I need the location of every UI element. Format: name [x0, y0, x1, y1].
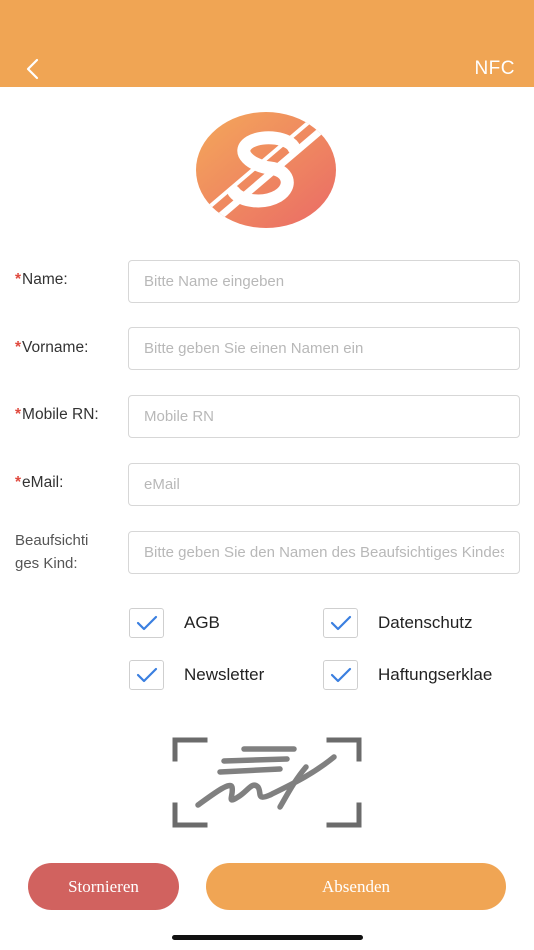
- name-label: *Name:: [15, 271, 68, 288]
- signature-icon: [172, 737, 362, 828]
- app-header: NFC: [0, 0, 534, 87]
- chevron-left-icon: [26, 58, 39, 80]
- checkmark-icon: [330, 667, 351, 683]
- vorname-label: *Vorname:: [15, 339, 89, 356]
- checkmark-icon: [330, 615, 351, 631]
- mobile-label: *Mobile RN:: [15, 406, 99, 423]
- vorname-field[interactable]: [128, 327, 520, 370]
- agb-checkbox[interactable]: AGB: [129, 608, 220, 638]
- required-mark: *: [15, 474, 22, 491]
- kind-input[interactable]: [129, 532, 519, 573]
- haftung-checkbox[interactable]: Haftungserklae: [323, 660, 492, 690]
- haftung-label: Haftungserklae: [378, 665, 493, 684]
- kind-label: Beaufsichti ges Kind:: [15, 532, 89, 572]
- vorname-input[interactable]: [129, 328, 519, 369]
- checkbox-box[interactable]: [323, 660, 358, 690]
- nfc-button[interactable]: NFC: [474, 58, 515, 80]
- kind-field[interactable]: [128, 531, 520, 574]
- newsletter-checkbox[interactable]: Newsletter: [129, 660, 264, 690]
- checkbox-box[interactable]: [323, 608, 358, 638]
- agb-label: AGB: [184, 613, 220, 632]
- email-field[interactable]: [128, 463, 520, 506]
- email-label: *eMail:: [15, 474, 64, 491]
- newsletter-label: Newsletter: [184, 665, 265, 684]
- email-input[interactable]: [129, 464, 519, 505]
- checkmark-icon: [136, 615, 157, 631]
- datenschutz-label: Datenschutz: [378, 613, 473, 632]
- required-mark: *: [15, 406, 22, 423]
- s-brand-logo: [194, 110, 339, 230]
- submit-button[interactable]: Absenden: [206, 863, 506, 910]
- home-indicator: [172, 935, 363, 940]
- mobile-input[interactable]: [129, 396, 519, 437]
- name-input[interactable]: [129, 261, 519, 302]
- datenschutz-checkbox[interactable]: Datenschutz: [323, 608, 473, 638]
- checkbox-box[interactable]: [129, 660, 164, 690]
- name-field[interactable]: [128, 260, 520, 303]
- required-mark: *: [15, 271, 22, 288]
- checkmark-icon: [136, 667, 157, 683]
- checkbox-box[interactable]: [129, 608, 164, 638]
- mobile-field[interactable]: [128, 395, 520, 438]
- signature-pad[interactable]: [172, 737, 362, 829]
- back-button[interactable]: [18, 54, 48, 84]
- cancel-button[interactable]: Stornieren: [28, 863, 179, 910]
- required-mark: *: [15, 339, 22, 356]
